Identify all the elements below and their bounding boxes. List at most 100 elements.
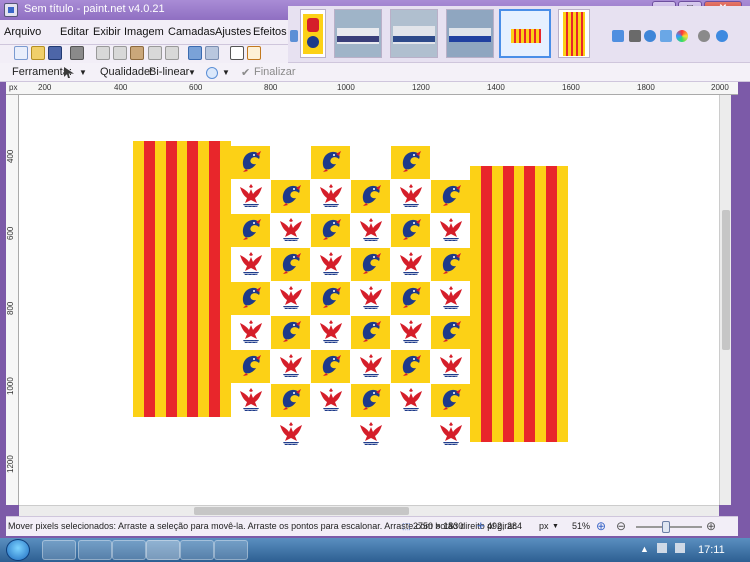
ruler-left-label: 400 [6,149,15,163]
eagle-tile [431,282,470,315]
menu-ajustes[interactable]: Ajustes [215,26,251,38]
vertical-scrollbar[interactable] [719,95,731,505]
taskbar-ie-icon[interactable] [112,540,146,560]
dolphin-icon [358,386,384,415]
thumbnail-train-1[interactable] [334,9,382,58]
tool-dropdown-arrow-icon[interactable]: ▼ [79,68,87,77]
ruler-top-label: 600 [189,83,203,92]
quality-select[interactable]: Bi-linear [149,66,189,78]
new-image-icon[interactable] [14,46,28,60]
vertical-scroll-thumb[interactable] [722,210,730,350]
menu-exibir[interactable]: Exibir [93,26,121,38]
ruler-top-label: 1400 [487,83,505,92]
flag-red-stripe [524,166,536,442]
eagle-tile [351,214,390,247]
zoom-fit-icon[interactable]: ⊕ [596,519,606,533]
eagle-tile [391,180,430,213]
scroll-left-icon[interactable] [290,30,298,42]
thumbnail-current-image[interactable] [499,9,551,58]
save-icon[interactable] [48,46,62,60]
help-icon[interactable] [716,30,728,42]
eagle-tile [351,350,390,383]
quality-dropdown-arrow-icon[interactable]: ▼ [188,68,196,77]
image-canvas[interactable] [19,95,719,505]
print-icon[interactable] [70,46,84,60]
unit-select[interactable]: px [539,521,549,531]
dolphin-tile [351,248,390,281]
taskbar-phone-icon[interactable] [214,540,248,560]
dolphin-icon [238,216,264,245]
eagle-icon [238,317,264,348]
deselect-icon[interactable] [165,46,179,60]
horizontal-scroll-thumb[interactable] [194,507,409,515]
eagle-icon [238,385,264,416]
crop-icon[interactable] [148,46,162,60]
zoom-out-icon[interactable]: ⊖ [616,519,626,533]
dolphin-icon [398,284,424,313]
grid-icon[interactable] [230,46,244,60]
taskbar-explorer-icon[interactable] [78,540,112,560]
flag-red-stripe [143,141,155,417]
rulers-icon[interactable] [247,46,261,60]
eagle-icon [238,181,264,212]
tool-options-bar: Ferramenta: ▼ Qualidade: Bi-linear ▼ ▼ ✔… [0,63,750,82]
paste-icon[interactable] [130,46,144,60]
eagle-icon [318,317,344,348]
menu-editar[interactable]: Editar [60,26,89,38]
dolphin-icon [318,148,344,177]
thumbnail-train-3[interactable] [446,9,494,58]
paintnet-app-icon[interactable] [4,3,18,17]
menu-camadas[interactable]: Camadas [168,26,215,38]
dropdown-arrow-icon[interactable] [612,30,624,42]
ruler-horizontal: px 200 400 600 800 1000 1200 1400 1600 1… [6,82,738,95]
flag-red-stripe [165,141,177,417]
thumbnail-flag-yellow[interactable] [300,9,326,58]
eagle-icon [398,249,424,280]
redo-icon[interactable] [205,46,219,60]
settings-icon[interactable] [698,30,710,42]
dolphin-icon [238,352,264,381]
sampling-dropdown-arrow-icon[interactable]: ▼ [222,68,230,77]
menu-bar: Arquivo Editar Exibir Imagem Camadas Aju… [0,20,300,45]
undo-icon[interactable] [188,46,202,60]
history-icon[interactable] [644,30,656,42]
layers-icon[interactable] [660,30,672,42]
dolphin-tile [311,350,350,383]
tray-volume-icon[interactable] [675,543,685,553]
horizontal-scrollbar[interactable] [19,505,719,516]
thumbnail-catalan-flag[interactable] [558,9,590,58]
zoom-in-icon[interactable]: ⊕ [706,519,716,533]
unit-dropdown-arrow-icon[interactable]: ▼ [552,523,559,530]
taskbar-chrome-icon[interactable] [42,540,76,560]
finalize-button[interactable]: Finalizar [254,66,296,78]
taskbar-paintnet-icon[interactable] [146,540,180,560]
eagle-icon [358,215,384,246]
menu-efeitos[interactable]: Efeitos [253,26,287,38]
eagle-icon [318,249,344,280]
copy-icon[interactable] [113,46,127,60]
eagle-tile [271,418,310,451]
menu-arquivo[interactable]: Arquivo [4,26,41,38]
thumbnail-train-2[interactable] [390,9,438,58]
taskbar-clock[interactable]: 17:11 [698,544,725,556]
tray-show-hidden-icon[interactable]: ▲ [640,544,649,554]
cut-icon[interactable] [96,46,110,60]
dolphin-icon [398,148,424,177]
taskbar-app-icon[interactable] [180,540,214,560]
dolphin-tile [431,248,470,281]
window-title: Sem título - paint.net v4.0.21 [24,3,165,15]
sampling-icon[interactable] [206,67,218,79]
dolphin-icon [238,148,264,177]
colors-icon[interactable] [676,30,688,42]
ruler-left-label: 600 [6,226,15,240]
zoom-slider-handle[interactable] [662,521,670,533]
menu-imagem[interactable]: Imagem [124,26,164,38]
start-button[interactable] [6,539,30,561]
tools-icon[interactable] [629,30,641,42]
open-file-icon[interactable] [31,46,45,60]
eagle-tile [231,180,270,213]
eagle-icon [398,385,424,416]
tray-network-icon[interactable] [657,543,667,553]
flag-red-stripe [187,141,199,417]
zoom-value[interactable]: 51% [572,521,590,531]
